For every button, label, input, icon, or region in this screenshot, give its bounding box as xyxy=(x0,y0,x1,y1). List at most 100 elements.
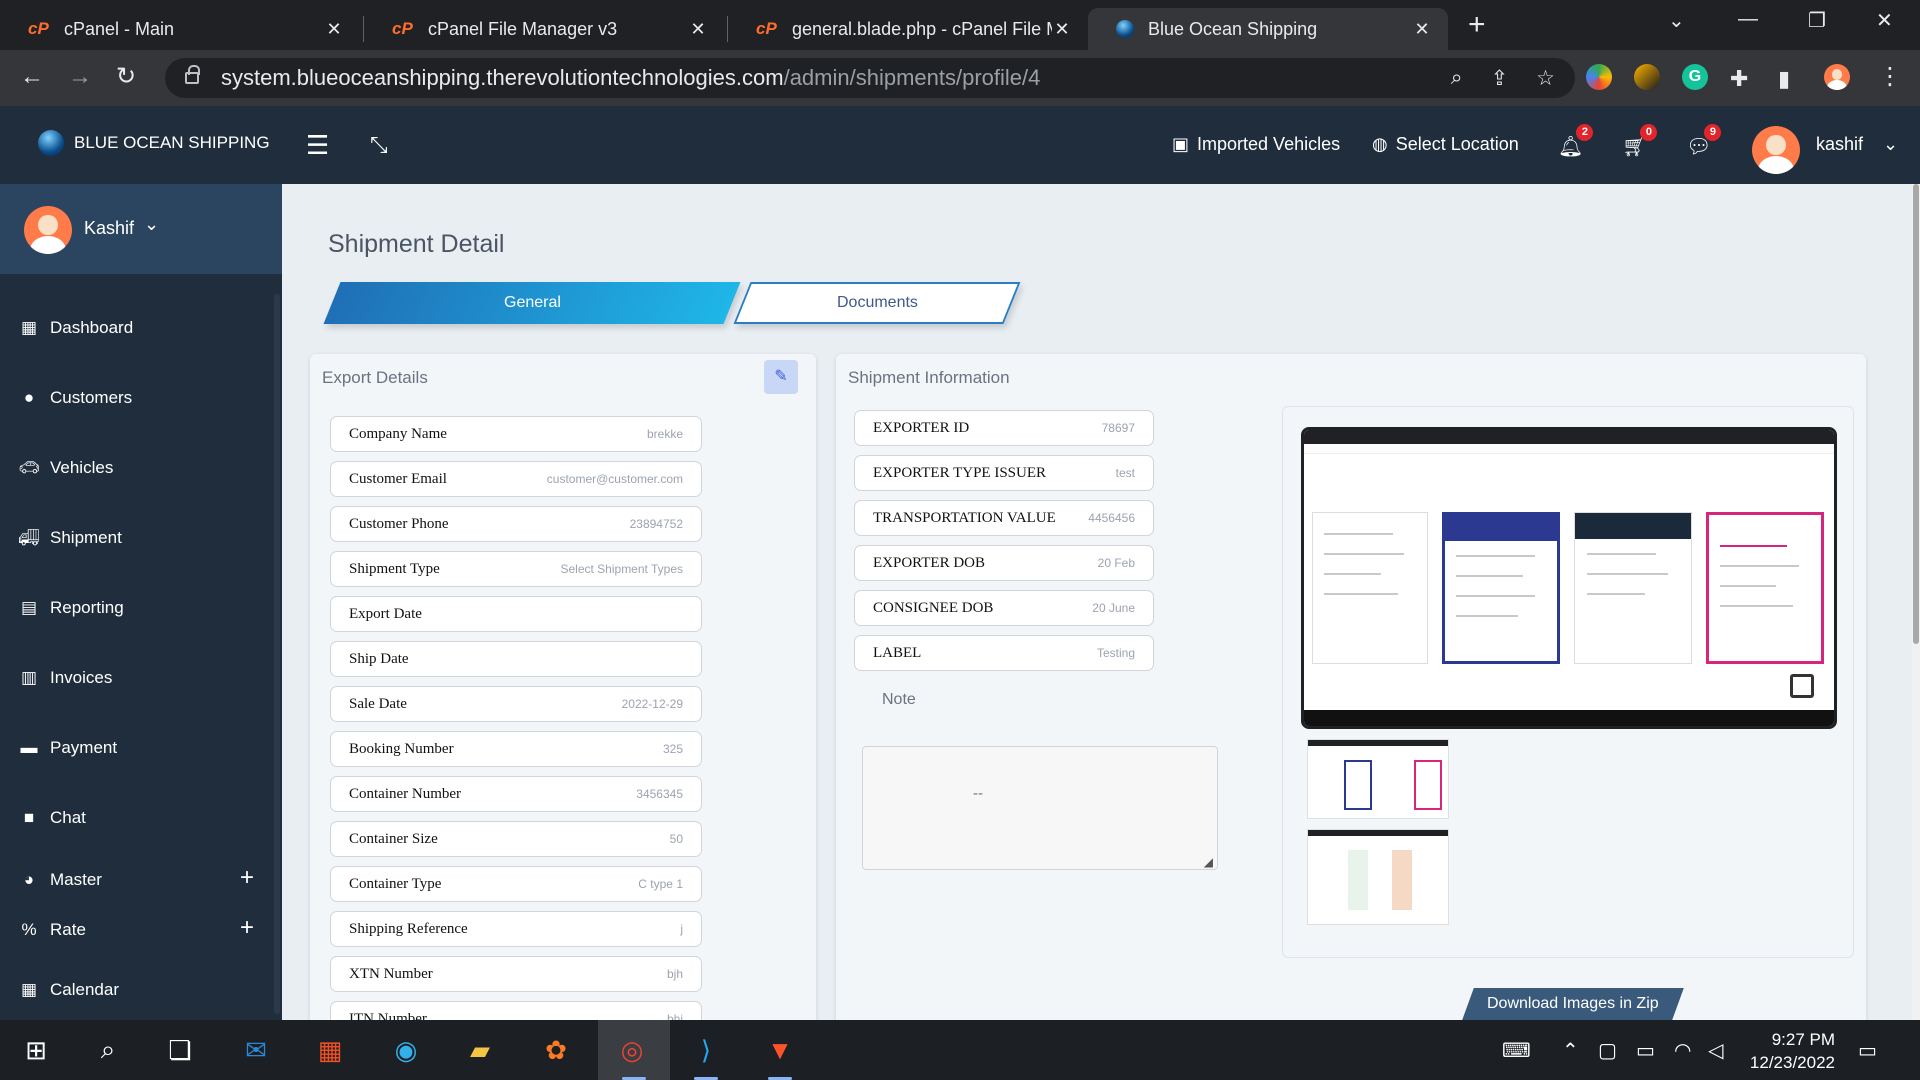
sidebar-item-customers[interactable]: ● Customers xyxy=(18,388,132,408)
edit-pencil-button[interactable]: ✎ xyxy=(764,360,798,394)
globe-icon: ◍ xyxy=(1372,134,1388,154)
meet-now-icon[interactable]: ▢ xyxy=(1598,1038,1617,1063)
sidebar-item-payment[interactable]: ▬ Payment xyxy=(18,738,118,758)
shipment-information-card: Shipment Information EXPORTER ID 78697 EXP… xyxy=(836,354,1866,1020)
wifi-icon[interactable]: ◠ xyxy=(1674,1038,1691,1063)
sidebar-item-label: Reporting xyxy=(50,598,124,617)
export-detail-label: Shipping Reference xyxy=(349,920,468,937)
download-images-zip-button[interactable]: Download Images in Zip xyxy=(1462,988,1684,1020)
new-tab-plus-icon[interactable]: + xyxy=(1468,10,1486,40)
extension-color-icon[interactable] xyxy=(1586,64,1612,90)
user-menu[interactable]: kashif ⌄ xyxy=(1816,134,1898,155)
tab-general-label: General xyxy=(503,294,561,311)
minimize-icon[interactable]: — xyxy=(1738,8,1758,31)
volume-icon[interactable]: ◁ xyxy=(1708,1038,1723,1063)
notification-center-icon[interactable]: ▭ xyxy=(1858,1038,1877,1063)
extension-moon-icon[interactable] xyxy=(1634,64,1660,90)
brave-browser-icon[interactable]: ▼ xyxy=(762,1032,798,1068)
export-detail-value: Select Shipment Types xyxy=(560,562,683,576)
sidebar-item-chat[interactable]: ■ Chat xyxy=(18,808,86,828)
profile-avatar[interactable] xyxy=(1824,64,1850,90)
sidebar-item-vehicles[interactable]: 🚗︎ Vehicles xyxy=(18,458,113,478)
tray-chevron-up-icon[interactable]: ⌃ xyxy=(1562,1038,1579,1063)
menu-dots-icon[interactable]: ⋮ xyxy=(1878,62,1902,92)
side-panel-icon[interactable]: ▮ xyxy=(1778,64,1790,94)
tab-documents-label: Documents xyxy=(836,294,918,311)
bookmark-star-icon[interactable]: ☆ xyxy=(1536,66,1555,91)
fullscreen-icon[interactable] xyxy=(1790,674,1814,698)
messages-icon[interactable]: 💬︎ 9 xyxy=(1686,124,1722,159)
search-icon[interactable]: ⌕ xyxy=(90,1032,126,1068)
browser-tab-file-manager[interactable]: cP cPanel File Manager v3 ✕ xyxy=(364,8,724,50)
vscode-icon[interactable]: ⟩ xyxy=(688,1032,724,1068)
close-icon[interactable]: ✕ xyxy=(324,19,344,40)
card-icon: ▬ xyxy=(20,738,38,757)
gallery-thumbnail-1[interactable] xyxy=(1307,739,1449,819)
back-arrow-icon[interactable]: ← xyxy=(20,62,44,92)
export-detail-row: ITN Number bhj xyxy=(330,1001,702,1020)
sidebar-item-master[interactable]: ◕ Master xyxy=(18,870,102,890)
gallery-main-image[interactable] xyxy=(1301,427,1837,729)
shipment-info-row: EXPORTER ID 78697 xyxy=(854,410,1154,446)
sidebar-item-rate[interactable]: % Rate xyxy=(18,920,85,940)
note-textarea[interactable]: -- ◢ xyxy=(862,746,1218,870)
sidebar-item-shipment[interactable]: 🚚︎ Shipment xyxy=(18,528,122,548)
sidebar-item-dashboard[interactable]: ▦ Dashboard xyxy=(18,318,133,338)
master-expand-plus-icon[interactable]: + xyxy=(240,864,254,892)
gallery-thumbnail-2[interactable] xyxy=(1307,829,1449,925)
close-icon[interactable]: ✕ xyxy=(1412,19,1432,40)
restore-icon[interactable]: ❐ xyxy=(1808,8,1826,33)
brand[interactable]: BLUE OCEAN SHIPPING xyxy=(38,130,270,156)
edge-browser-icon[interactable]: ◉ xyxy=(388,1032,424,1068)
browser-tab-blue-ocean[interactable]: Blue Ocean Shipping ✕ xyxy=(1088,8,1448,50)
forward-arrow-icon[interactable]: → xyxy=(68,62,92,92)
task-view-icon[interactable]: ❏ xyxy=(162,1032,198,1068)
tab-general[interactable]: General xyxy=(323,282,741,324)
sidebar-item-reporting[interactable]: ▤ Reporting xyxy=(18,598,124,618)
select-location-link[interactable]: ◍ Select Location xyxy=(1372,134,1519,155)
grammarly-icon[interactable]: G xyxy=(1682,64,1708,90)
shipment-info-row: TRANSPORTATION VALUE 4456456 xyxy=(854,500,1154,536)
browser-tab-general-blade[interactable]: cP general.blade.php - cPanel File M ✕ xyxy=(728,8,1088,50)
tab-search-chevron-icon[interactable]: ⌄ xyxy=(1668,8,1685,33)
microsoft-store-icon[interactable]: ▦ xyxy=(312,1032,348,1068)
hamburger-menu-icon[interactable]: ☰ xyxy=(306,130,329,161)
close-icon[interactable]: ✕ xyxy=(688,19,708,40)
windows-start-icon[interactable]: ⊞ xyxy=(18,1032,54,1068)
cart-icon[interactable]: 🛒︎ 0 xyxy=(1622,124,1658,159)
mail-icon[interactable]: ✉ xyxy=(238,1032,274,1068)
header-user-avatar[interactable] xyxy=(1752,126,1800,174)
tab-documents[interactable]: Documents xyxy=(733,282,1021,324)
notifications-bell-icon[interactable]: 🔔︎ 2 xyxy=(1558,124,1594,159)
extensions-puzzle-icon[interactable]: ✚ xyxy=(1730,64,1748,94)
keyboard-layout-icon[interactable]: ⌨ xyxy=(1502,1038,1531,1063)
browser-tab-cpanel-main[interactable]: cP cPanel - Main ✕ xyxy=(0,8,360,50)
sidebar-item-calendar[interactable]: ▦ Calendar xyxy=(18,980,119,1000)
address-bar[interactable]: system.blueoceanshipping.therevolutionte… xyxy=(165,58,1575,98)
page-scrollbar[interactable] xyxy=(1912,184,1920,1020)
export-detail-label: ITN Number xyxy=(349,1010,427,1021)
shipment-info-label: EXPORTER ID xyxy=(873,419,970,436)
cpanel-icon: cP xyxy=(756,19,777,38)
shipment-info-row: EXPORTER DOB 20 Feb xyxy=(854,545,1154,581)
resize-handle-icon[interactable]: ◢ xyxy=(1204,855,1213,869)
export-detail-row: Container Size 50 xyxy=(330,821,702,857)
file-explorer-icon[interactable]: ▰ xyxy=(462,1032,498,1068)
fullscreen-toggle-icon[interactable]: ⤡ xyxy=(370,132,388,158)
zoom-icon[interactable]: ⌕ xyxy=(1451,66,1463,91)
xampp-icon[interactable]: ✿ xyxy=(538,1032,574,1068)
imported-vehicles-link[interactable]: ▣ Imported Vehicles xyxy=(1172,134,1340,155)
sidebar-scrollbar[interactable] xyxy=(274,294,280,1014)
share-icon[interactable]: ⇪ xyxy=(1491,66,1509,91)
reload-icon[interactable]: ↻ xyxy=(116,62,136,92)
close-icon[interactable]: ✕ xyxy=(1052,19,1072,40)
chrome-icon[interactable]: ◎ xyxy=(614,1032,650,1068)
battery-icon[interactable]: ▭ xyxy=(1636,1038,1655,1063)
export-detail-value: j xyxy=(680,922,683,936)
rate-expand-plus-icon[interactable]: + xyxy=(240,914,254,942)
window-close-icon[interactable]: ✕ xyxy=(1876,8,1893,33)
sidebar-item-invoices[interactable]: ▥ Invoices xyxy=(18,668,112,688)
sidebar-user[interactable]: Kashif ⌄ xyxy=(0,184,282,274)
taskbar-clock[interactable]: 9:27 PM 12/23/2022 xyxy=(1750,1028,1835,1074)
inbox-icon: ▤ xyxy=(20,598,38,617)
